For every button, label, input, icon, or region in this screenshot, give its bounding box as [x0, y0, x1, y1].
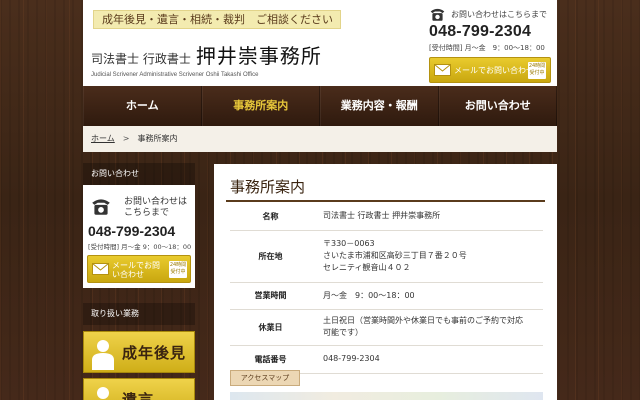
- address-line: セレニティ観音山４０２: [323, 263, 411, 272]
- office-info-table: 名称 司法書士 行政書士 押井崇事務所 所在地 〒330－0063 さいたま市浦…: [230, 203, 543, 374]
- nav-item-contact[interactable]: お問い合わせ: [438, 86, 557, 126]
- person-icon: [92, 340, 114, 370]
- table-row: 休業日 土日祝日（営業時間外や休業日でも事前のご予約で対応 可能です）: [230, 309, 543, 346]
- table-row: 電話番号 048-799-2304: [230, 345, 543, 374]
- sidebar-mail-label: メールでお問い合わせ: [112, 261, 160, 279]
- main-content: 事務所案内 名称 司法書士 行政書士 押井崇事務所 所在地 〒330－0063 …: [214, 164, 557, 400]
- nav-item-office[interactable]: 事務所案内: [201, 86, 320, 126]
- address-line: さいたま市浦和区高砂三丁目７番２０号: [323, 251, 467, 260]
- row-key: 営業時間: [230, 282, 311, 310]
- sidebar-contact-box: お問い合わせはこちらまで 048-799-2304 [受付時間] 月～金 9：0…: [83, 185, 195, 288]
- sidebar-contact-heading: お問い合わせ: [83, 163, 195, 185]
- breadcrumb-current: 事務所案内: [137, 134, 178, 143]
- global-nav: ホーム 事務所案内 業務内容・報酬 お問い合わせ: [83, 86, 557, 126]
- phone-icon: [430, 8, 445, 21]
- breadcrumb: ホーム > 事務所案内: [83, 126, 557, 152]
- badge-24h: 24時間受付中: [169, 261, 187, 278]
- row-value: 048-799-2304: [311, 345, 543, 374]
- badge-24h: 24時間受付中: [528, 62, 546, 79]
- site-logo[interactable]: 司法書士 行政書士 押井崇事務所: [91, 40, 322, 69]
- row-key: 名称: [230, 203, 311, 231]
- nav-item-services[interactable]: 業務内容・報酬: [320, 86, 439, 126]
- sidebar-services-heading: 取り扱い業務: [83, 303, 195, 325]
- row-value: 〒330－0063 さいたま市浦和区高砂三丁目７番２０号 セレニティ観音山４０２: [311, 230, 543, 283]
- mail-icon: [92, 263, 109, 275]
- sidebar-phone-number[interactable]: 048-799-2304: [88, 223, 175, 239]
- row-key: 休業日: [230, 309, 311, 346]
- mail-icon: [434, 64, 451, 76]
- table-row: 営業時間 月～金 9：00～18：00: [230, 282, 543, 310]
- row-value: 土日祝日（営業時間外や休業日でも事前のご予約で対応 可能です）: [311, 309, 543, 346]
- table-row: 名称 司法書士 行政書士 押井崇事務所: [230, 203, 543, 231]
- phone-icon: [92, 199, 110, 215]
- access-map-image[interactable]: [230, 392, 543, 400]
- holiday-line: 可能です）: [323, 328, 363, 337]
- header-mail-label: メールでお問い合わせ: [454, 66, 534, 75]
- sidebar-business-hours: [受付時間] 月～金 9：00～18：00: [88, 243, 192, 251]
- nav-item-home[interactable]: ホーム: [83, 86, 202, 126]
- site-title: 押井崇事務所: [195, 44, 322, 68]
- service-label: 成年後見: [122, 344, 187, 362]
- site-header: 成年後見・遺言・相続・裁判 ご相談ください 司法書士 行政書士 押井崇事務所 J…: [83, 0, 557, 86]
- row-key: 所在地: [230, 230, 311, 283]
- header-phone-number[interactable]: 048-799-2304: [429, 23, 531, 41]
- holiday-line: 土日祝日（営業時間外や休業日でも事前のご予約で対応: [323, 316, 523, 325]
- title-divider: [226, 200, 545, 202]
- site-title-small: 司法書士 行政書士: [91, 52, 191, 66]
- address-line: 〒330－0063: [323, 239, 375, 248]
- service-label: 遺言: [122, 391, 155, 400]
- page-title: 事務所案内: [230, 178, 306, 196]
- row-key: 電話番号: [230, 345, 311, 374]
- header-business-hours: [受付時間] 月～金 9：00～18：00: [429, 44, 545, 52]
- header-contact-label: お問い合わせはこちらまで: [451, 10, 547, 19]
- service-button-guardianship[interactable]: 成年後見: [83, 331, 195, 373]
- table-row: 所在地 〒330－0063 さいたま市浦和区高砂三丁目７番２０号 セレニティ観音…: [230, 230, 543, 283]
- row-value: 司法書士 行政書士 押井崇事務所: [311, 203, 543, 231]
- header-mail-button[interactable]: メールでお問い合わせ 24時間受付中: [429, 57, 551, 83]
- catchphrase-banner: 成年後見・遺言・相続・裁判 ご相談ください: [93, 10, 341, 29]
- person-icon: [97, 387, 109, 399]
- page: 成年後見・遺言・相続・裁判 ご相談ください 司法書士 行政書士 押井崇事務所 J…: [83, 0, 557, 400]
- access-map-button[interactable]: アクセスマップ: [230, 370, 300, 386]
- sidebar-mail-button[interactable]: メールでお問い合わせ 24時間受付中: [87, 255, 191, 283]
- breadcrumb-separator: >: [122, 134, 130, 143]
- breadcrumb-home-link[interactable]: ホーム: [91, 134, 115, 143]
- site-title-english: Judicial Scrivener Administrative Scrive…: [91, 72, 259, 78]
- row-value: 月～金 9：00～18：00: [311, 282, 543, 310]
- sidebar-contact-label: お問い合わせはこちらまで: [124, 197, 188, 218]
- service-button-will[interactable]: 遺言: [83, 378, 195, 400]
